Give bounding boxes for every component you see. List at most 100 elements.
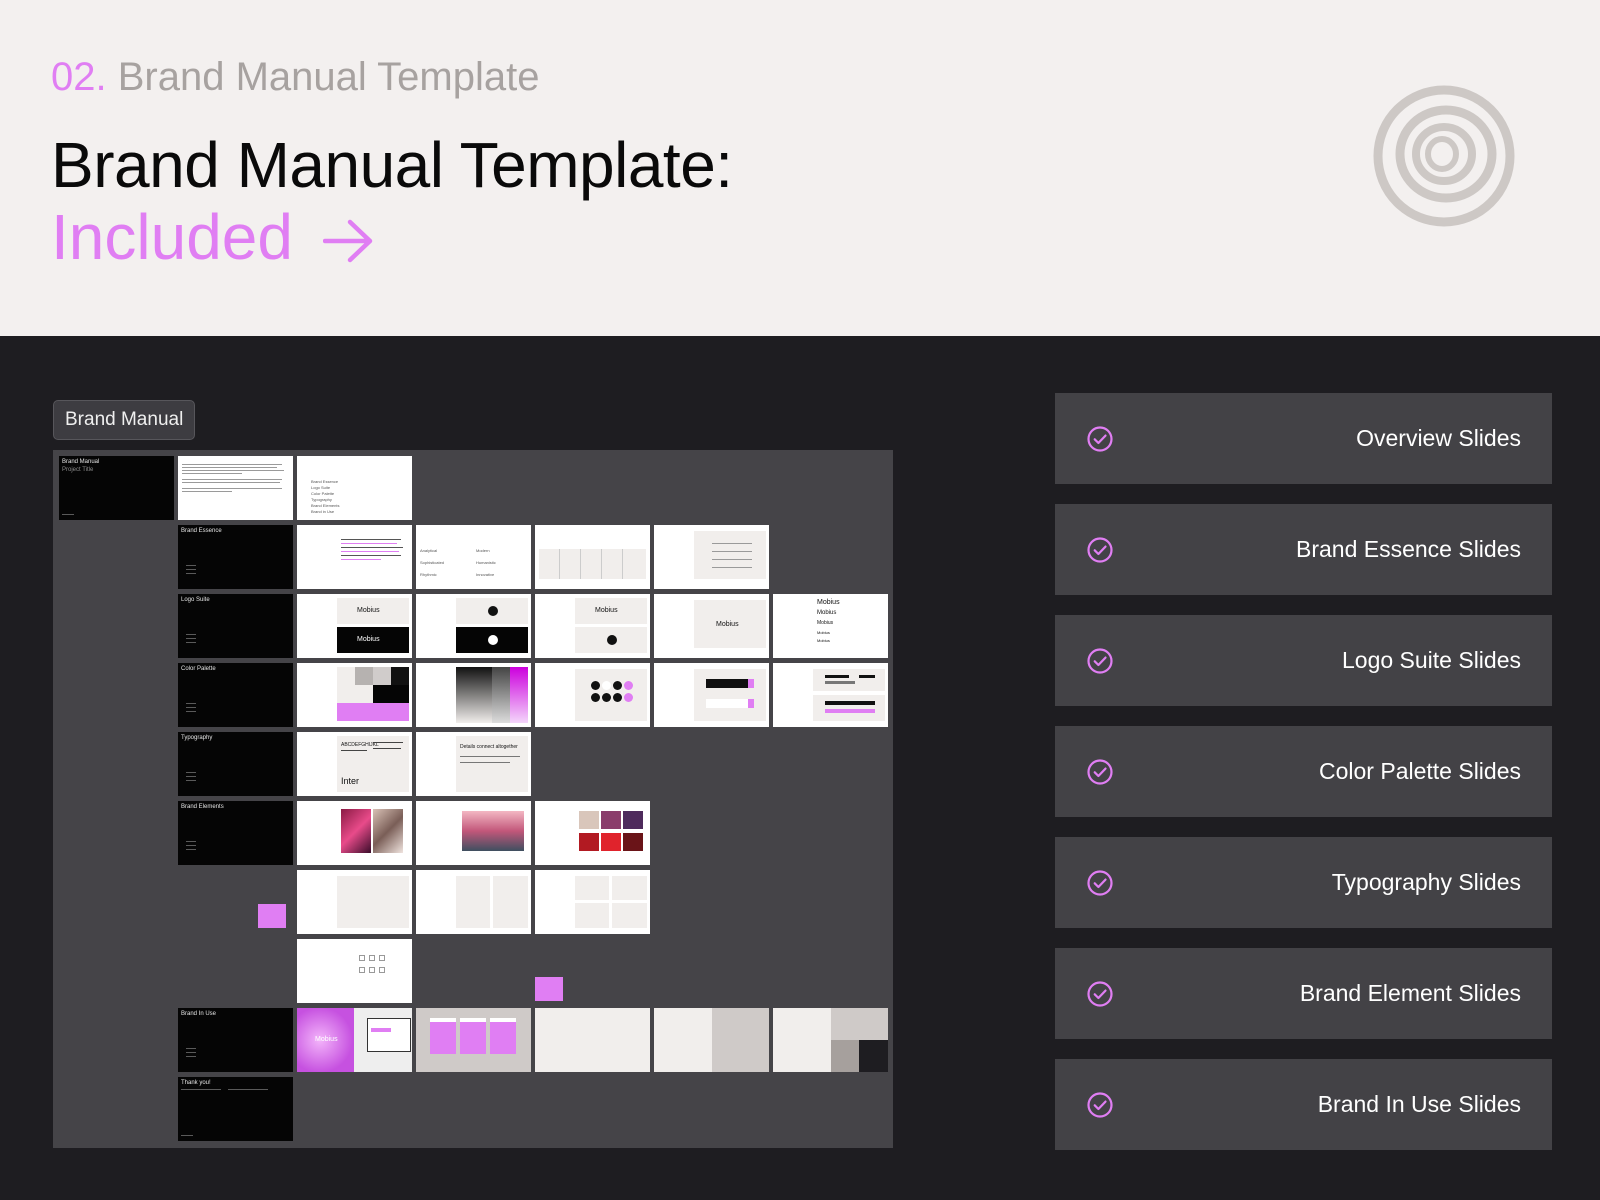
page-title: Brand Manual Template: [51, 129, 733, 201]
slide-section-title: Typography [181, 735, 213, 741]
slide-color-tints[interactable] [416, 663, 531, 727]
slide-photography[interactable] [297, 801, 412, 865]
list-item-label: Logo Suite Slides [1341, 647, 1521, 673]
logo-wordmark: Mobius [357, 636, 380, 643]
slide-color-ratios[interactable] [773, 663, 888, 727]
logo-wordmark: Mobius [817, 630, 830, 635]
list-item[interactable]: Color Palette Slides [1055, 726, 1552, 817]
check-circle-icon [1087, 869, 1113, 896]
logo-wordmark: Mobius [595, 607, 618, 614]
hero-header: 02. Brand Manual Template Brand Manual T… [0, 0, 1600, 336]
slide-cover-title: Brand Manual [62, 459, 100, 465]
slide-mockup-grid[interactable] [773, 1008, 888, 1072]
slide-thank-you[interactable]: Thank you! [178, 1077, 293, 1141]
logo-wordmark: Mobius [817, 599, 840, 606]
slide-brand-in-use-divider[interactable]: Brand In Use [178, 1008, 293, 1072]
slide-cover-subtitle: Project Title [62, 467, 94, 473]
essence-word: Sophisticated [420, 560, 445, 565]
included-slides-list: Overview Slides Brand Essence Slides Log… [1055, 393, 1552, 1170]
slide-primary-typeface[interactable]: ABCDEFGHIJKL Inter [297, 732, 412, 796]
slide-primary-logo[interactable]: Mobius Mobius [297, 594, 412, 658]
slide-contents[interactable]: Brand Essence Logo Suite Color Palette T… [297, 456, 412, 520]
logo-wordmark: Mobius [315, 1036, 338, 1043]
slide-section-title: Thank you! [181, 1080, 211, 1086]
slide-logo-symbol[interactable] [416, 594, 531, 658]
slide-logo-backgrounds[interactable]: Mobius [654, 594, 769, 658]
slide-mockup-blank[interactable] [535, 1008, 650, 1072]
slide-mockup-cover[interactable]: Mobius [297, 1008, 412, 1072]
check-circle-icon [1087, 758, 1113, 785]
list-item-label: Typography Slides [1331, 869, 1521, 895]
list-item-label: Color Palette Slides [1319, 758, 1521, 784]
logo-wordmark: Mobius [817, 620, 834, 626]
slide-essence-words[interactable]: Analytical Modern Sophisticated Humanist… [416, 525, 531, 589]
slide-section-title: Brand Elements [181, 804, 224, 810]
slide-essence-statement[interactable] [297, 525, 412, 589]
list-item[interactable]: Brand Essence Slides [1055, 504, 1552, 595]
arrow-right-icon [322, 219, 372, 263]
check-circle-icon [1087, 1091, 1113, 1118]
section-number: 02. [51, 55, 107, 99]
page-title-accent: Included [51, 200, 375, 274]
check-circle-icon [1087, 425, 1113, 452]
list-item[interactable]: Brand In Use Slides [1055, 1059, 1552, 1150]
check-circle-icon [1087, 980, 1113, 1007]
concentric-rings-icon [1373, 85, 1515, 227]
slide-section-title: Logo Suite [181, 597, 210, 603]
list-item-label: Brand Element Slides [1299, 980, 1521, 1006]
board-frame-label[interactable]: Brand Manual [53, 400, 196, 440]
slide-brand-essence-divider[interactable]: Brand Essence [178, 525, 293, 589]
typeface-name: Inter [341, 776, 360, 786]
slide-essence-pillars[interactable] [535, 525, 650, 589]
sticky-note[interactable] [535, 977, 563, 1001]
slide-section-title: Color Palette [181, 666, 216, 672]
slide-section-title: Brand Essence [181, 528, 222, 534]
section-eyebrow: 02. Brand Manual Template [51, 54, 539, 100]
essence-word: Modern [476, 548, 490, 553]
slide-layout-b[interactable] [416, 870, 531, 934]
logo-wordmark: Mobius [357, 607, 380, 614]
slide-primary-colors[interactable] [297, 663, 412, 727]
logo-wordmark: Mobius [716, 621, 739, 628]
slide-color-accessibility[interactable] [535, 663, 650, 727]
essence-word: Humanistic [476, 560, 496, 565]
list-item[interactable]: Typography Slides [1055, 837, 1552, 928]
slide-color-application[interactable] [654, 663, 769, 727]
page-title-accent-text: Included [51, 201, 293, 273]
slide-mockup-cards[interactable] [416, 1008, 531, 1072]
slide-intro[interactable] [178, 456, 293, 520]
slide-section-title: Brand In Use [181, 1011, 217, 1017]
slide-layout-a[interactable] [297, 870, 412, 934]
list-item-label: Brand Essence Slides [1295, 536, 1521, 562]
essence-word: Innovative [476, 572, 495, 577]
logo-wordmark: Mobius [817, 610, 837, 616]
slide-cover[interactable]: Brand Manual Project Title [59, 456, 174, 520]
slide-mockup-split[interactable] [654, 1008, 769, 1072]
list-item[interactable]: Brand Element Slides [1055, 948, 1552, 1039]
check-circle-icon [1087, 536, 1113, 563]
slide-logo-variants[interactable]: Mobius Mobius Mobius Mobius Mobius [773, 594, 888, 658]
slide-type-hierarchy[interactable]: Details connect altogether [416, 732, 531, 796]
type-sample: Details connect altogether [460, 744, 518, 750]
list-item[interactable]: Overview Slides [1055, 393, 1552, 484]
logo-wordmark: Mobius [817, 638, 830, 643]
slide-photo-landscape[interactable] [416, 801, 531, 865]
slide-brand-elements-divider[interactable]: Brand Elements [178, 801, 293, 865]
list-item-label: Brand In Use Slides [1317, 1091, 1521, 1117]
slide-layout-c[interactable] [535, 870, 650, 934]
list-item[interactable]: Logo Suite Slides [1055, 615, 1552, 706]
slide-photo-grid[interactable] [535, 801, 650, 865]
slide-logo-clearspace[interactable]: Mobius [535, 594, 650, 658]
list-item-label: Overview Slides [1356, 425, 1521, 451]
slide-color-palette-divider[interactable]: Color Palette [178, 663, 293, 727]
slide-board[interactable]: Brand Manual Project Title Brand Essence… [53, 450, 893, 1148]
toc-item: Brand in Use [311, 509, 335, 514]
sticky-note[interactable] [258, 904, 286, 928]
essence-word: Analytical [420, 548, 438, 553]
slide-typography-divider[interactable]: Typography [178, 732, 293, 796]
slide-iconography[interactable] [297, 939, 412, 1003]
slide-essence-values[interactable] [654, 525, 769, 589]
slide-logo-suite-divider[interactable]: Logo Suite [178, 594, 293, 658]
section-eyebrow-label: Brand Manual Template [117, 55, 540, 99]
essence-word: Rhythmic [420, 572, 437, 577]
